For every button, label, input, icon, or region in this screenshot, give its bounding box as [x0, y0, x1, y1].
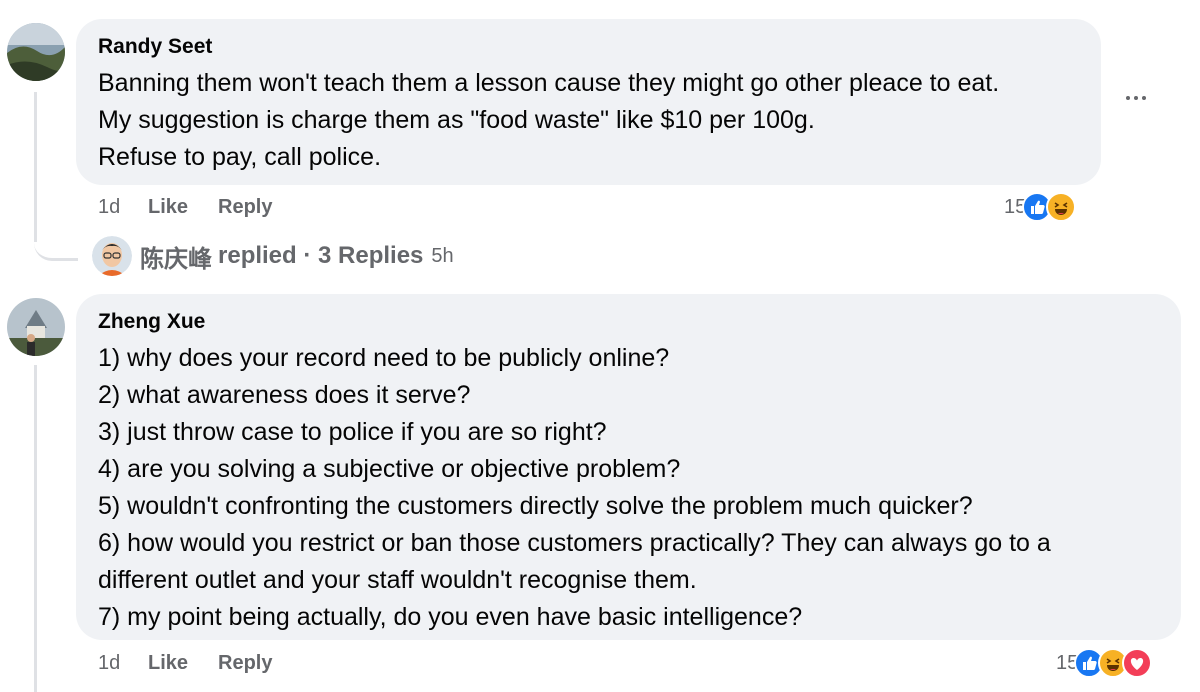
- like-button[interactable]: Like: [148, 652, 218, 675]
- comment-author[interactable]: Zheng Xue: [98, 310, 205, 334]
- comment-line: My suggestion is charge them as "food wa…: [98, 106, 815, 134]
- haha-icon: [1046, 192, 1077, 222]
- reply-author-name[interactable]: 陈庆峰: [140, 239, 212, 274]
- more-options-icon[interactable]: [1122, 88, 1152, 108]
- comment-bubble-1: Randy Seet Banning them won't teach them…: [76, 19, 1101, 185]
- reactions-summary-2[interactable]: 15: [1056, 648, 1153, 678]
- love-icon: [1122, 648, 1153, 678]
- comment-line: Banning them won't teach them a lesson c…: [98, 69, 1000, 97]
- reply-timestamp: 5h: [431, 244, 454, 267]
- thread-line-2: [34, 365, 37, 692]
- avatar-randy-seet[interactable]: [7, 23, 65, 81]
- comment-line: 7) my point being actually, do you even …: [98, 603, 803, 631]
- comment-text: Banning them won't teach them a lesson c…: [98, 65, 999, 176]
- thread-curve-1: [34, 224, 78, 261]
- comment-actions-1: 1d Like Reply: [98, 196, 272, 219]
- like-button[interactable]: Like: [148, 196, 218, 219]
- comment-line: 2) what awareness does it serve?: [98, 381, 471, 409]
- comment-line: Refuse to pay, call police.: [98, 143, 382, 171]
- comment-timestamp[interactable]: 1d: [98, 196, 148, 219]
- replies-count-link[interactable]: replied · 3 Replies: [218, 242, 423, 270]
- comment-line: 1) why does your record need to be publi…: [98, 344, 670, 372]
- comment-bubble-2: Zheng Xue 1) why does your record need t…: [76, 294, 1181, 640]
- comment-line: different outlet and your staff wouldn't…: [98, 566, 697, 594]
- avatar-zheng-xue[interactable]: [7, 298, 65, 356]
- comment-line: 5) wouldn't confronting the customers di…: [98, 492, 973, 520]
- reactions-summary-1[interactable]: 15: [1004, 192, 1077, 222]
- comment-text: 1) why does your record need to be publi…: [98, 340, 1051, 636]
- comment-timestamp[interactable]: 1d: [98, 652, 148, 675]
- comment-line: 6) how would you restrict or ban those c…: [98, 529, 1051, 557]
- comment-author[interactable]: Randy Seet: [98, 35, 212, 59]
- comment-line: 3) just throw case to police if you are …: [98, 418, 607, 446]
- reply-button[interactable]: Reply: [218, 652, 272, 675]
- comment-actions-2: 1d Like Reply: [98, 652, 272, 675]
- reply-avatar: [92, 236, 132, 276]
- thread-line-1: [34, 92, 37, 242]
- reply-button[interactable]: Reply: [218, 196, 272, 219]
- replies-summary[interactable]: 陈庆峰 replied · 3 Replies 5h: [92, 236, 454, 276]
- comment-line: 4) are you solving a subjective or objec…: [98, 455, 681, 483]
